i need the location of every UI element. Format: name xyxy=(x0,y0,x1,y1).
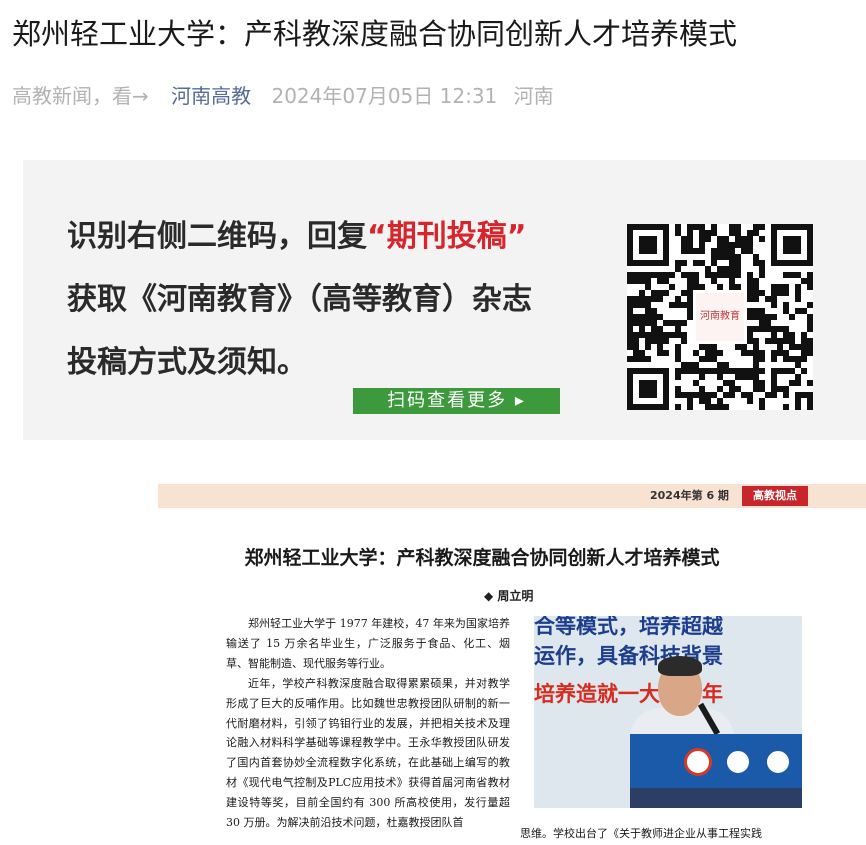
qr-code[interactable]: 河南教育 xyxy=(627,224,813,410)
article-title: 郑州轻工业大学：产科教深度融合协同创新人才培养模式 xyxy=(12,17,738,51)
banner-line-3: 投稿方式及须知。 xyxy=(67,345,307,380)
banner-line-2: 获取《河南教育》（高等教育）杂志 xyxy=(67,282,532,317)
magazine-issue: 2024年第 6 期 xyxy=(650,489,729,502)
podium-base xyxy=(630,788,802,808)
publish-location: 河南 xyxy=(513,84,554,108)
source-label: 高教新闻，看→ xyxy=(12,84,149,108)
magazine-paragraph: 近年，学校产科教深度融合取得累累硕果，并对教学形成了巨大的反哺作用。比如魏世忠教… xyxy=(226,676,510,830)
magazine-body-column: 郑州轻工业大学于 1977 年建校，47 年来为国家培养输送了 15 万余名毕业… xyxy=(226,614,510,833)
account-link[interactable]: 河南高教 xyxy=(171,84,251,108)
speaker-hair xyxy=(658,656,702,676)
photo-banner-text: 合等模式，培养超越 xyxy=(534,616,723,638)
magazine-author: ◆ 周立明 xyxy=(484,589,534,603)
emblem-icon xyxy=(684,748,712,776)
magazine-page-image: 2024年第 6 期 高教视点 郑州轻工业大学：产科教深度融合协同创新人才培养模… xyxy=(158,484,866,845)
emblem-icon xyxy=(764,748,792,776)
emblem-icon xyxy=(724,748,752,776)
article-meta: 高教新闻，看→ 河南高教 2024年07月05日 12:31 河南 xyxy=(12,80,564,112)
magazine-header: 2024年第 6 期 高教视点 xyxy=(158,484,866,508)
qr-logo-text: 河南教育 xyxy=(696,293,744,341)
banner-line-1: 识别右侧二维码，回复“期刊投稿” xyxy=(67,217,526,257)
scan-more-button[interactable]: 扫码查看更多 ▸ xyxy=(353,388,560,414)
magazine-right-column-text: 思维。学校出台了《关于教师进企业从事工程实践 xyxy=(520,827,762,840)
publish-datetime: 2024年07月05日 12:31 xyxy=(271,84,498,108)
magazine-title: 郑州轻工业大学：产科教深度融合协同创新人才培养模式 xyxy=(244,547,720,569)
speaker-photo: 合等模式，培养超越 运作，具备科技背景 培养造就一大批青年 xyxy=(534,616,802,808)
banner-line-1-text: 识别右侧二维码，回复 xyxy=(67,219,367,254)
magazine-column-tag: 高教视点 xyxy=(742,486,808,506)
qr-logo: 河南教育 xyxy=(693,290,747,344)
submission-banner: 识别右侧二维码，回复“期刊投稿” 获取《河南教育》（高等教育）杂志 投稿方式及须… xyxy=(23,160,866,440)
banner-highlight: “期刊投稿” xyxy=(367,219,527,254)
magazine-paragraph: 郑州轻工业大学于 1977 年建校，47 年来为国家培养输送了 15 万余名毕业… xyxy=(226,617,510,670)
